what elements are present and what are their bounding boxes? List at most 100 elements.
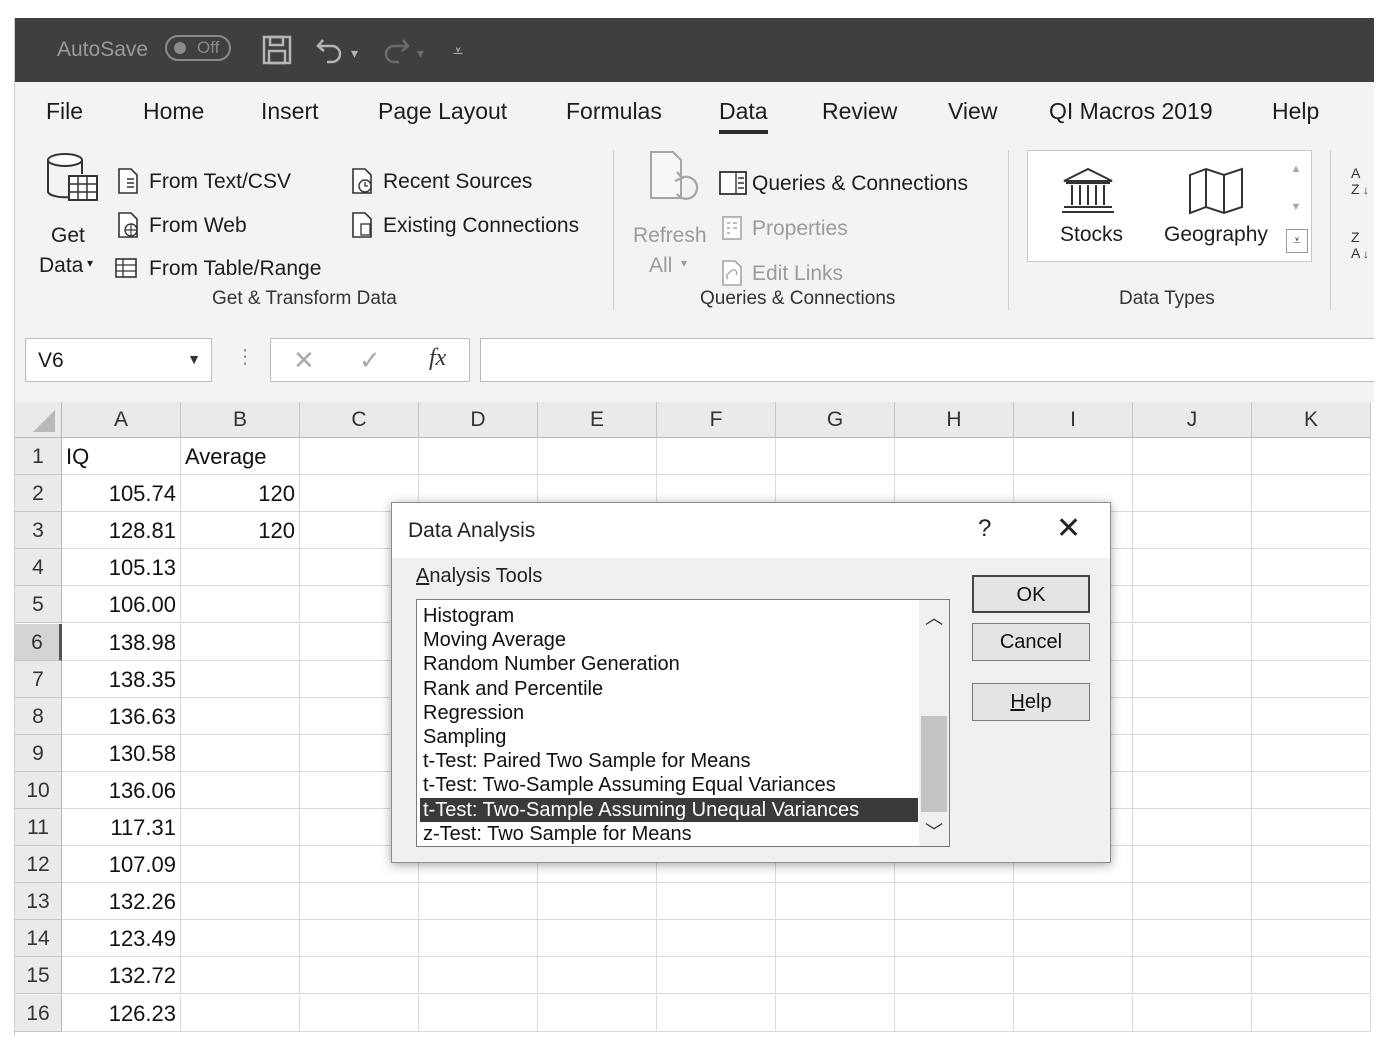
cell-d16[interactable]	[419, 994, 538, 1032]
cell-d15[interactable]	[419, 957, 538, 995]
queries-connections-button[interactable]: Queries & Connections	[752, 172, 968, 196]
undo-icon[interactable]	[315, 34, 345, 64]
cell-c13[interactable]	[300, 883, 419, 921]
cancel-entry-icon[interactable]: ✕	[293, 345, 315, 376]
redo-dropdown-icon[interactable]: ▾	[417, 38, 424, 68]
gallery-up-icon[interactable]: ▲	[1286, 155, 1306, 183]
column-header-b[interactable]: B	[181, 402, 300, 438]
chevron-down-icon[interactable]: ▼	[187, 351, 201, 367]
cell-d1[interactable]	[419, 438, 538, 475]
list-item[interactable]: Histogram	[420, 604, 918, 628]
cell-k16[interactable]	[1252, 994, 1371, 1032]
cell-g1[interactable]	[776, 438, 895, 475]
sort-icons[interactable]: A Z ↓ Z A ↓	[1349, 164, 1374, 264]
cell-j13[interactable]	[1133, 883, 1252, 921]
cell-e15[interactable]	[538, 957, 657, 995]
row-header-7[interactable]: 7	[15, 660, 62, 698]
cell-h16[interactable]	[895, 994, 1014, 1032]
cell-k8[interactable]	[1252, 697, 1371, 735]
cancel-button[interactable]: Cancel	[972, 623, 1090, 661]
chevron-down-icon[interactable]: ﹀	[925, 818, 943, 844]
cell-a13[interactable]: 132.26	[62, 883, 181, 921]
from-web-button[interactable]: From Web	[149, 214, 247, 238]
tab-view[interactable]: View	[948, 98, 997, 125]
cell-d13[interactable]	[419, 883, 538, 921]
cell-k3[interactable]	[1252, 512, 1371, 550]
from-text-csv-button[interactable]: From Text/CSV	[149, 170, 291, 194]
cell-b6[interactable]	[181, 623, 300, 661]
cell-b3[interactable]: 120	[181, 512, 300, 550]
row-header-2[interactable]: 2	[15, 475, 62, 513]
existing-connections-button[interactable]: Existing Connections	[383, 214, 579, 238]
tab-help[interactable]: Help	[1272, 98, 1319, 125]
cell-j2[interactable]	[1133, 475, 1252, 513]
cell-k13[interactable]	[1252, 883, 1371, 921]
help-button[interactable]: Help	[972, 683, 1090, 721]
scroll-thumb[interactable]	[921, 716, 947, 812]
cell-k11[interactable]	[1252, 809, 1371, 846]
cell-a9[interactable]: 130.58	[62, 734, 181, 772]
cell-c15[interactable]	[300, 957, 419, 995]
cell-k6[interactable]	[1252, 623, 1371, 661]
cell-c16[interactable]	[300, 994, 419, 1032]
cell-b11[interactable]	[181, 809, 300, 846]
close-icon[interactable]: ✕	[1056, 511, 1081, 546]
cell-j14[interactable]	[1133, 920, 1252, 958]
edit-links-button[interactable]: Edit Links	[752, 262, 843, 286]
cell-k1[interactable]	[1252, 438, 1371, 475]
cell-a15[interactable]: 132.72	[62, 957, 181, 995]
cell-a8[interactable]: 136.63	[62, 697, 181, 735]
redo-icon[interactable]	[381, 34, 411, 64]
list-item[interactable]: Sampling	[420, 725, 918, 749]
cell-j16[interactable]	[1133, 994, 1252, 1032]
column-header-i[interactable]: I	[1014, 402, 1133, 438]
properties-button[interactable]: Properties	[752, 217, 848, 241]
cell-i14[interactable]	[1014, 920, 1133, 958]
cell-i13[interactable]	[1014, 883, 1133, 921]
cell-g14[interactable]	[776, 920, 895, 958]
cell-k15[interactable]	[1252, 957, 1371, 995]
cell-b7[interactable]	[181, 660, 300, 698]
cell-e1[interactable]	[538, 438, 657, 475]
cell-e16[interactable]	[538, 994, 657, 1032]
list-scrollbar[interactable]: ︿ ﹀	[919, 600, 949, 846]
list-item[interactable]: Rank and Percentile	[420, 677, 918, 701]
cell-c1[interactable]	[300, 438, 419, 475]
cell-b9[interactable]	[181, 734, 300, 772]
ok-button[interactable]: OK	[972, 575, 1090, 613]
cell-j8[interactable]	[1133, 697, 1252, 735]
cell-b4[interactable]	[181, 549, 300, 587]
chevron-up-icon[interactable]: ︿	[925, 604, 943, 630]
insert-function-icon[interactable]: fx	[429, 345, 446, 372]
cell-e13[interactable]	[538, 883, 657, 921]
list-item[interactable]: t-Test: Paired Two Sample for Means	[420, 749, 918, 773]
cell-k2[interactable]	[1252, 475, 1371, 513]
cell-k7[interactable]	[1252, 660, 1371, 698]
row-header-4[interactable]: 4	[15, 549, 62, 587]
cell-j12[interactable]	[1133, 846, 1252, 884]
cell-a12[interactable]: 107.09	[62, 846, 181, 884]
cell-k12[interactable]	[1252, 846, 1371, 884]
autosave-toggle[interactable]: Off	[165, 35, 231, 61]
cell-e14[interactable]	[538, 920, 657, 958]
drag-handle-icon[interactable]: ⋮	[235, 344, 255, 369]
cell-k14[interactable]	[1252, 920, 1371, 958]
cell-b12[interactable]	[181, 846, 300, 884]
column-header-h[interactable]: H	[895, 402, 1014, 438]
save-icon[interactable]	[261, 34, 293, 66]
column-header-c[interactable]: C	[300, 402, 419, 438]
cell-j10[interactable]	[1133, 771, 1252, 809]
name-box[interactable]: V6 ▼	[25, 338, 212, 382]
list-item[interactable]: Regression	[420, 701, 918, 725]
cell-b1[interactable]: Average	[181, 438, 300, 475]
row-header-3[interactable]: 3	[15, 512, 62, 550]
list-item[interactable]: Moving Average	[420, 628, 918, 652]
from-table-range-button[interactable]: From Table/Range	[149, 257, 321, 281]
row-header-6[interactable]: 6	[15, 623, 62, 661]
refresh-all-button[interactable]: Refresh All ▾	[627, 148, 717, 277]
list-item[interactable]: t-Test: Two-Sample Assuming Equal Varian…	[420, 773, 918, 797]
cell-i15[interactable]	[1014, 957, 1133, 995]
cell-j3[interactable]	[1133, 512, 1252, 550]
cell-i1[interactable]	[1014, 438, 1133, 475]
cell-f1[interactable]	[657, 438, 776, 475]
